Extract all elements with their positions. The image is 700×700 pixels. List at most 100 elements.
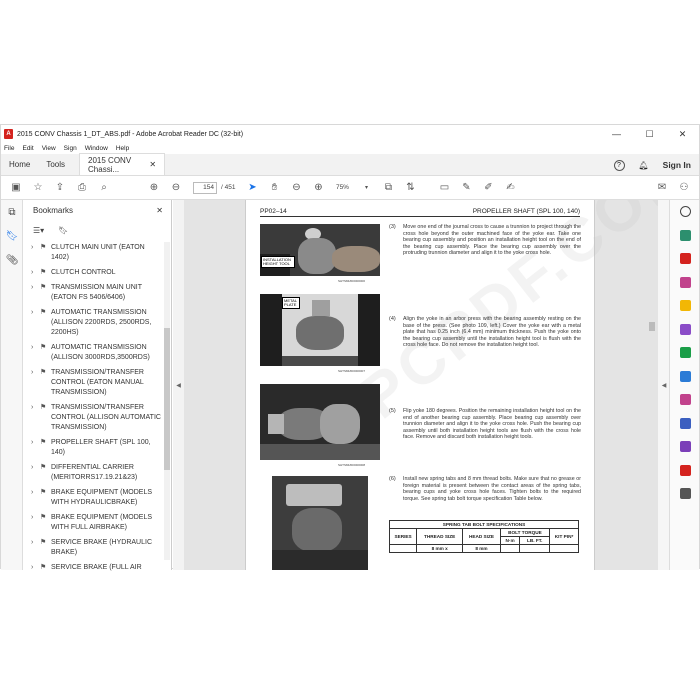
scan-icon[interactable] <box>670 365 700 389</box>
menu-sign[interactable]: Sign <box>64 145 77 152</box>
close-panel-icon[interactable]: ✕ <box>156 206 163 215</box>
tab-home[interactable]: Home <box>1 153 38 175</box>
next-page-icon[interactable]: ⊖ <box>165 182 187 193</box>
chevron-right-icon[interactable]: › <box>31 563 40 572</box>
zoom-in-icon[interactable]: ⊕ <box>307 182 329 193</box>
chevron-right-icon[interactable]: › <box>31 513 40 523</box>
protect-icon[interactable] <box>670 412 700 436</box>
minimize-button[interactable]: — <box>600 129 633 139</box>
tab-document[interactable]: 2015 CONV Chassi... ✕ <box>79 153 166 175</box>
scrollbar-thumb[interactable] <box>164 328 170 470</box>
bookmarks-header: Bookmarks ✕ <box>23 200 171 220</box>
bookmark-item[interactable]: › ⚑ TRANSMISSION/TRANSFER CONTROL (ALLISON… <box>23 402 164 437</box>
page-section-title: PROPELLER SHAFT (SPL 100, 140) <box>472 208 580 215</box>
scrollbar-thumb[interactable] <box>649 322 655 331</box>
comment-tool-icon[interactable] <box>670 294 700 318</box>
pen-icon[interactable]: ✎ <box>455 182 477 193</box>
tab-close-icon[interactable]: ✕ <box>149 160 156 169</box>
fill-sign-icon[interactable]: ✍︎ <box>499 182 521 193</box>
bookmark-flag-icon: ⚑ <box>40 464 47 471</box>
page-number-input[interactable]: 154 <box>193 181 217 194</box>
attachments-icon[interactable]: 📎︎ <box>1 248 23 272</box>
chevron-down-icon[interactable]: ▾ <box>355 184 377 191</box>
search-icon[interactable]: ⌕ <box>93 182 115 193</box>
menu-view[interactable]: View <box>42 145 56 152</box>
add-user-icon[interactable]: ⚇ <box>673 182 695 193</box>
menu-help[interactable]: Help <box>116 145 129 152</box>
organize-pages-icon[interactable] <box>670 341 700 365</box>
bookmark-item[interactable]: › ⚑ AUTOMATIC TRANSMISSION (ALLISON 3000RD… <box>23 342 164 367</box>
create-pdf-icon[interactable] <box>670 247 700 271</box>
bookmark-flag-icon: ⚑ <box>40 439 47 446</box>
highlight-icon[interactable]: ✐ <box>477 182 499 193</box>
more-tools-icon[interactable] <box>670 482 700 506</box>
bookmark-item[interactable]: › ⚑ SERVICE BRAKE (FULL AIR <box>23 562 164 572</box>
bookmarks-icon[interactable]: 🔖︎ <box>1 224 23 248</box>
chevron-right-icon[interactable]: › <box>31 403 40 413</box>
bookmark-item[interactable]: › ⚑ DIFFERENTIAL CARRIER (MERITORRS17.19.2… <box>23 462 164 487</box>
export-pdf-icon[interactable] <box>670 224 700 248</box>
save-icon[interactable]: ▣ <box>5 182 27 193</box>
comment-icon[interactable]: ▭ <box>433 182 455 193</box>
bookmarks-scrollbar[interactable] <box>164 242 170 560</box>
photo-step-3 <box>260 224 380 276</box>
bookmark-item[interactable]: › ⚑ BRAKE EQUIPMENT (MODELS WITH FULL AIRB… <box>23 512 164 537</box>
photo-step-4 <box>260 294 380 366</box>
send-sign-icon[interactable] <box>670 435 700 459</box>
chevron-right-icon[interactable]: › <box>31 538 40 548</box>
zoom-out-icon[interactable]: ⊖ <box>285 182 307 193</box>
chevron-right-icon[interactable]: › <box>31 308 40 318</box>
chevron-right-icon[interactable]: › <box>31 488 40 498</box>
upload-icon[interactable]: ⇪ <box>49 182 71 193</box>
table-cell <box>388 544 418 553</box>
bookmark-options-icon[interactable]: ☰▾ <box>33 226 44 235</box>
chevron-right-icon[interactable]: › <box>31 438 40 448</box>
scroll-mode-icon[interactable]: ⇅ <box>399 182 421 193</box>
bookmark-star-icon[interactable]: ☆ <box>27 182 49 193</box>
redact-icon[interactable] <box>670 459 700 483</box>
bookmark-item[interactable]: › ⚑ CLUTCH MAIN UNIT (EATON 1402) <box>23 242 164 267</box>
zoom-level[interactable]: 75% <box>329 184 355 191</box>
hand-tool-icon[interactable]: ✋︎ <box>263 182 285 193</box>
document-scrollbar[interactable] <box>648 200 656 570</box>
chevron-right-icon[interactable]: › <box>31 283 40 293</box>
fit-page-icon[interactable]: ⧉ <box>377 182 399 193</box>
sign-in-button[interactable]: Sign In <box>663 160 691 170</box>
menu-window[interactable]: Window <box>85 145 108 152</box>
acrobat-window: A 2015 CONV Chassis 1_DT_ABS.pdf - Adobe… <box>0 124 700 572</box>
fill-sign-tool-icon[interactable] <box>670 388 700 412</box>
page-thumbnails-icon[interactable]: ⧉ <box>1 200 23 224</box>
email-icon[interactable]: ✉ <box>651 182 673 193</box>
bookmark-item[interactable]: › ⚑ TRANSMISSION MAIN UNIT (EATON FS 5406/… <box>23 282 164 307</box>
maximize-button[interactable]: ☐ <box>633 129 666 140</box>
bookmark-item[interactable]: › ⚑ AUTOMATIC TRANSMISSION (ALLISON 2200RD… <box>23 307 164 342</box>
collapse-left-panel-icon[interactable]: ◀ <box>173 200 184 570</box>
help-icon[interactable]: ? <box>613 159 625 171</box>
prev-page-icon[interactable]: ⊕ <box>143 182 165 193</box>
search-tool-icon[interactable] <box>670 200 700 224</box>
bookmark-add-icon[interactable]: 🔖︎ <box>58 226 68 235</box>
bookmark-item[interactable]: › ⚑ BRAKE EQUIPMENT (MODELS WITH HYDRAULIC… <box>23 487 164 512</box>
chevron-right-icon[interactable]: › <box>31 243 40 253</box>
chevron-right-icon[interactable]: › <box>31 463 40 473</box>
print-icon[interactable]: ⎙ <box>71 182 93 193</box>
photo-caption: SHTS84ZD0000007 <box>338 369 366 373</box>
select-cursor-icon[interactable]: ➤ <box>241 182 263 193</box>
menu-edit[interactable]: Edit <box>22 145 33 152</box>
photo-caption: SHTS84ZD0000008 <box>338 463 366 467</box>
bookmark-item[interactable]: › ⚑ TRANSMISSION/TRANSFER CONTROL (EATON M… <box>23 367 164 402</box>
chevron-right-icon[interactable]: › <box>31 343 40 353</box>
bookmark-item[interactable]: › ⚑ SERVICE BRAKE (HYDRAULIC BRAKE) <box>23 537 164 562</box>
tab-tools[interactable]: Tools <box>38 153 73 175</box>
bookmark-item[interactable]: › ⚑ CLUTCH CONTROL <box>23 267 164 282</box>
chevron-right-icon[interactable]: › <box>31 268 40 278</box>
chevron-right-icon[interactable]: › <box>31 368 40 378</box>
menu-file[interactable]: File <box>4 145 14 152</box>
edit-pdf-icon[interactable] <box>670 271 700 295</box>
close-button[interactable]: ✕ <box>666 129 699 140</box>
bookmark-flag-icon: ⚑ <box>40 539 47 546</box>
bookmark-item[interactable]: › ⚑ PROPELLER SHAFT (SPL 100, 140) <box>23 437 164 462</box>
step-text: Flip yoke 180 degrees. Position the rema… <box>403 408 581 440</box>
bell-icon[interactable]: 🔔︎ <box>639 161 649 170</box>
combine-files-icon[interactable] <box>670 318 700 342</box>
